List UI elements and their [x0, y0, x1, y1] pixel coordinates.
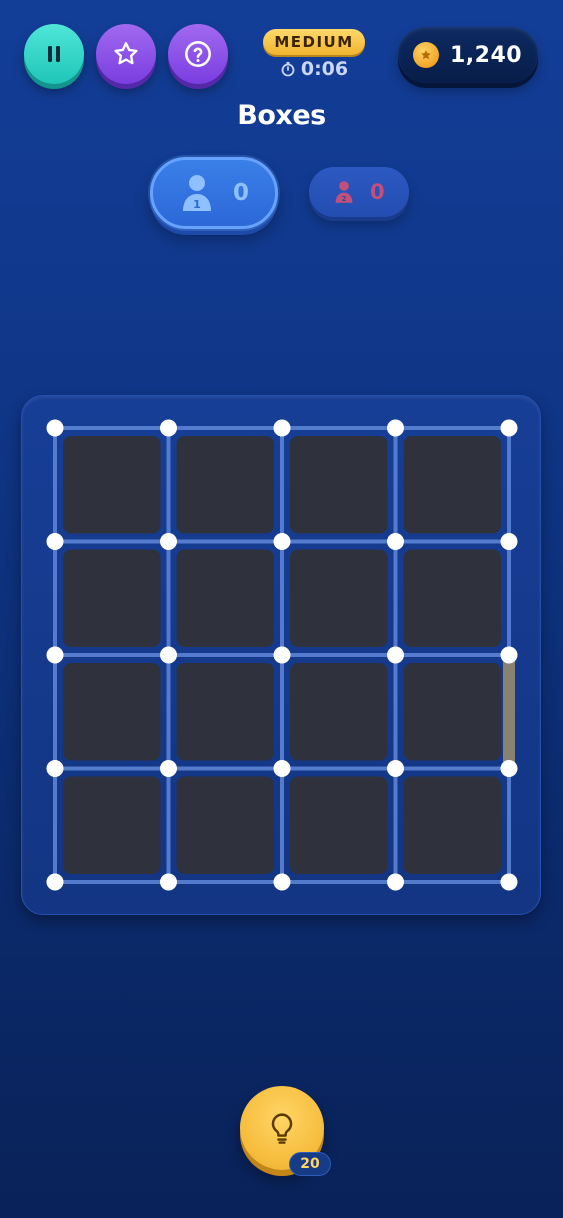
game-board[interactable] [21, 395, 541, 915]
player-1-score-card: 1 0 [150, 157, 278, 229]
grid-dot [500, 873, 518, 891]
star-icon [114, 42, 138, 65]
coin-count: 1,240 [450, 42, 523, 68]
grid-dot [387, 419, 404, 437]
board-cell [403, 776, 501, 874]
board-cell [176, 663, 274, 761]
player-1-score: 0 [233, 180, 250, 206]
grid-dot [46, 533, 64, 550]
pause-icon [48, 46, 60, 62]
board-cell [63, 549, 161, 647]
board-cell [290, 549, 388, 647]
board-cell [63, 776, 161, 874]
grid-dot [500, 419, 518, 437]
player-2-score-card: 2 0 [309, 167, 409, 217]
board-cell [290, 436, 388, 534]
favorite-button[interactable] [96, 24, 156, 84]
person-icon: 2 [335, 181, 353, 203]
grid-dot [46, 419, 64, 437]
grid-dot [46, 760, 64, 777]
grid-dot [500, 533, 518, 550]
grid-dot [387, 646, 404, 664]
player-1-number: 1 [193, 198, 201, 211]
board-cell [176, 436, 274, 534]
grid-dot [273, 419, 291, 437]
grid-dot [160, 873, 177, 891]
grid-dot [46, 646, 64, 664]
grid-dot [160, 760, 177, 777]
help-button[interactable] [168, 24, 228, 84]
grid-dot [160, 419, 177, 437]
grid-dot [273, 760, 291, 777]
grid-dot [46, 873, 64, 891]
question-icon [185, 41, 211, 67]
grid-dot [273, 646, 291, 664]
grid-dot [387, 760, 404, 777]
grid-dot [387, 533, 404, 550]
board-cell [290, 776, 388, 874]
board-cell [403, 549, 501, 647]
grid-dot [500, 646, 518, 664]
board-grid[interactable] [22, 396, 542, 916]
board-cell [63, 436, 161, 534]
board-cell [63, 663, 161, 761]
coin-icon [413, 42, 439, 68]
person-icon: 1 [183, 175, 211, 211]
difficulty-badge: MEDIUM [263, 29, 365, 55]
game-timer: 0:06 [263, 56, 365, 82]
pause-button[interactable] [24, 24, 84, 84]
hint-count-badge: 20 [289, 1152, 331, 1176]
grid-dot [387, 873, 404, 891]
board-cell [290, 663, 388, 761]
grid-dot [273, 533, 291, 550]
stopwatch-icon [281, 62, 295, 77]
grid-dot [160, 533, 177, 550]
board-cell [176, 549, 274, 647]
board-cell [403, 663, 501, 761]
board-cell [176, 776, 274, 874]
grid-dot [273, 873, 291, 891]
player-2-number: 2 [342, 195, 347, 203]
timer-value: 0:06 [300, 58, 349, 80]
lightbulb-icon [271, 1113, 293, 1144]
grid-dot [160, 646, 177, 664]
game-title: Boxes [237, 100, 326, 131]
coin-balance[interactable]: 1,240 [398, 27, 538, 83]
board-cell [403, 436, 501, 534]
player-2-score: 0 [370, 180, 385, 204]
grid-dot [500, 760, 518, 777]
